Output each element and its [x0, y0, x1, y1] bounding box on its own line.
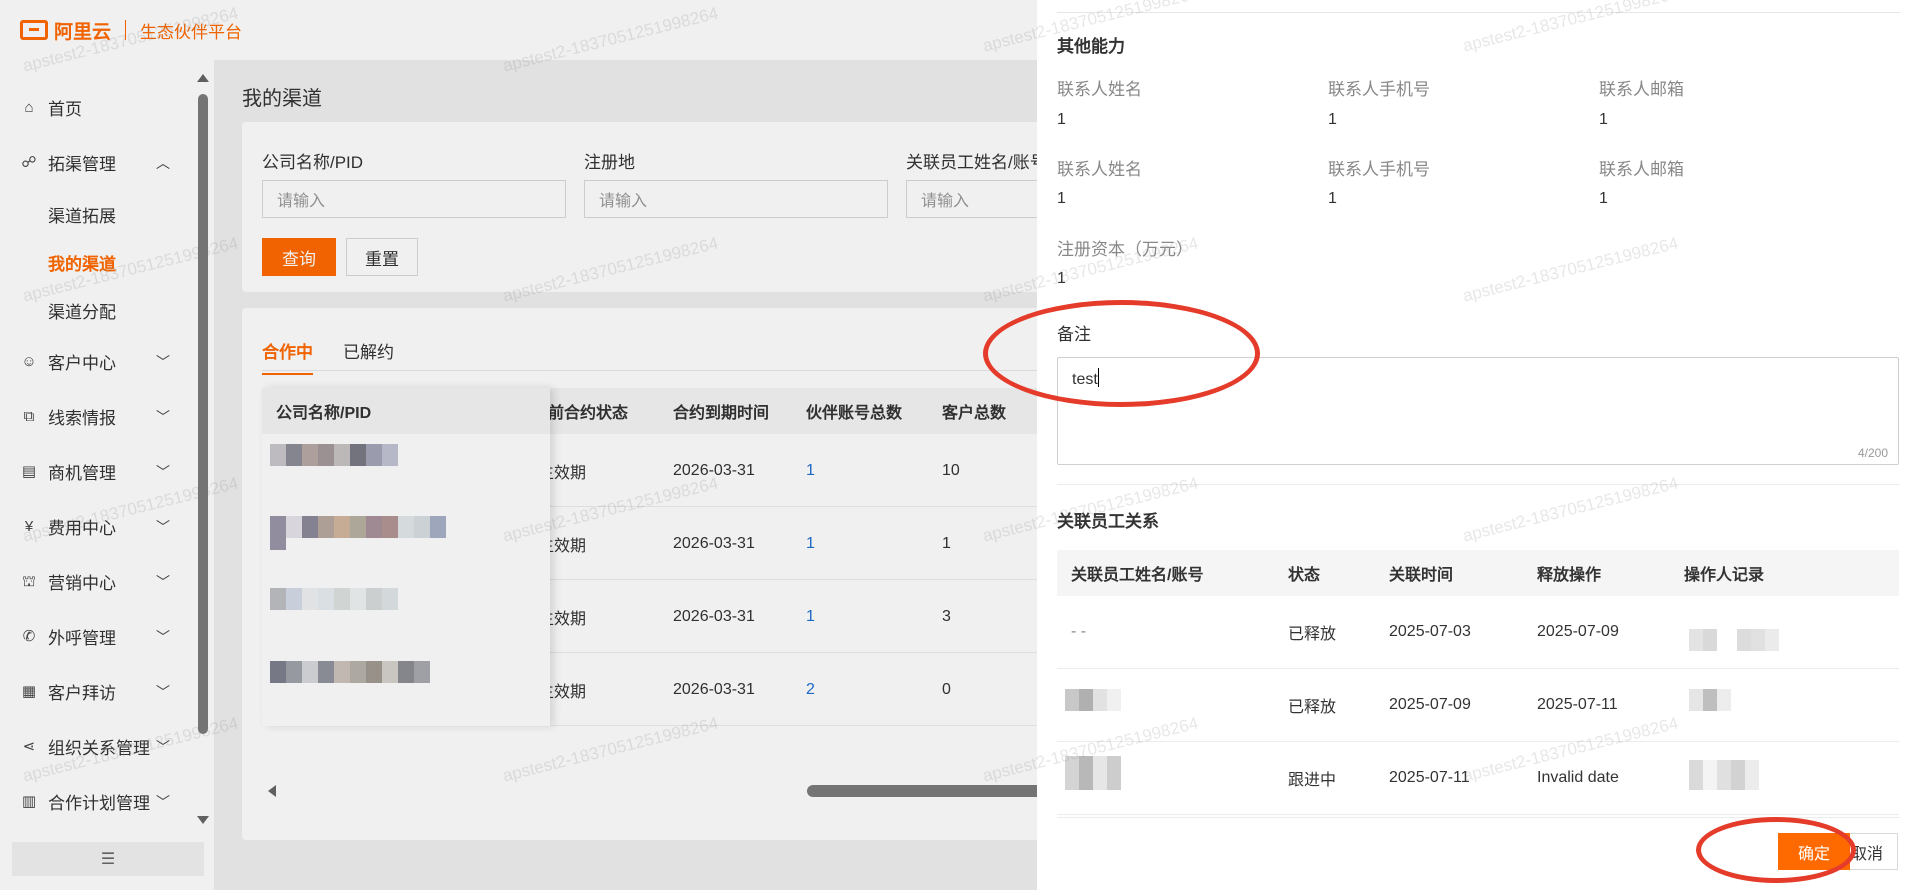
contact-email-label: 联系人邮箱: [1599, 80, 1684, 99]
contact-name-value: 1: [1057, 111, 1066, 128]
contact-email-value: 1: [1599, 190, 1608, 207]
contact-phone-value: 1: [1328, 111, 1337, 128]
status-cell: 跟进中: [1288, 772, 1337, 789]
operator-redacted: [1689, 629, 1779, 651]
relation-time-cell: 2025-07-11: [1389, 769, 1470, 786]
drawer-backdrop[interactable]: [0, 0, 1037, 890]
contact-phone-label: 联系人手机号: [1328, 80, 1430, 99]
column-header-employee: 关联员工姓名/账号: [1071, 567, 1204, 584]
contact-phone-value: 1: [1328, 190, 1337, 207]
text-cursor: [1097, 368, 1099, 387]
status-cell: 已释放: [1288, 699, 1337, 716]
relation-table-row: 跟进中 2025-07-11 Invalid date: [1057, 742, 1899, 815]
relation-table-header: 关联员工姓名/账号 状态 关联时间 释放操作 操作人记录: [1057, 550, 1899, 596]
release-time-cell: Invalid date: [1537, 769, 1619, 786]
release-time-cell: 2025-07-11: [1537, 696, 1618, 713]
operator-redacted: [1689, 689, 1731, 711]
employee-redacted: [1065, 689, 1121, 711]
confirm-button[interactable]: 确定: [1778, 833, 1850, 870]
relation-table-row: - - 已释放 2025-07-03 2025-07-09: [1057, 596, 1899, 669]
contact-name-label: 联系人姓名: [1057, 160, 1142, 179]
release-time-cell: 2025-07-09: [1537, 623, 1619, 640]
contact-email-value: 1: [1599, 111, 1608, 128]
drawer-top-divider: [1057, 12, 1900, 13]
column-header-release: 释放操作: [1537, 567, 1602, 584]
channel-detail-drawer: 其他能力 联系人姓名 联系人手机号 联系人邮箱 1 1 1 联系人姓名 联系人手…: [1037, 0, 1920, 890]
employee-cell: - -: [1071, 623, 1087, 640]
employee-redacted: [1065, 756, 1121, 790]
relation-time-cell: 2025-07-09: [1389, 696, 1471, 713]
remark-label: 备注: [1057, 325, 1091, 344]
section-title-other-abilities: 其他能力: [1057, 37, 1125, 56]
column-header-operator-log: 操作人记录: [1684, 567, 1765, 584]
drawer-footer-divider: [1057, 817, 1900, 818]
contact-email-label: 联系人邮箱: [1599, 160, 1684, 179]
operator-redacted: [1689, 760, 1759, 790]
contact-name-value: 1: [1057, 190, 1066, 207]
status-cell: 已释放: [1288, 626, 1337, 643]
drawer-section-divider: [1057, 484, 1900, 485]
registered-capital-value: 1: [1057, 270, 1066, 287]
column-header-status: 状态: [1288, 567, 1321, 584]
section-title-employee-relations: 关联员工关系: [1057, 512, 1159, 531]
contact-phone-label: 联系人手机号: [1328, 160, 1430, 179]
contact-name-label: 联系人姓名: [1057, 80, 1142, 99]
column-header-relation-time: 关联时间: [1389, 567, 1454, 584]
relation-table-row: 已释放 2025-07-09 2025-07-11: [1057, 669, 1899, 742]
relation-time-cell: 2025-07-03: [1389, 623, 1471, 640]
registered-capital-label: 注册资本（万元）: [1057, 240, 1193, 259]
remark-char-count: 4/200: [1857, 446, 1888, 460]
remark-textarea[interactable]: test 4/200: [1057, 357, 1899, 465]
remark-text: test: [1072, 371, 1098, 388]
